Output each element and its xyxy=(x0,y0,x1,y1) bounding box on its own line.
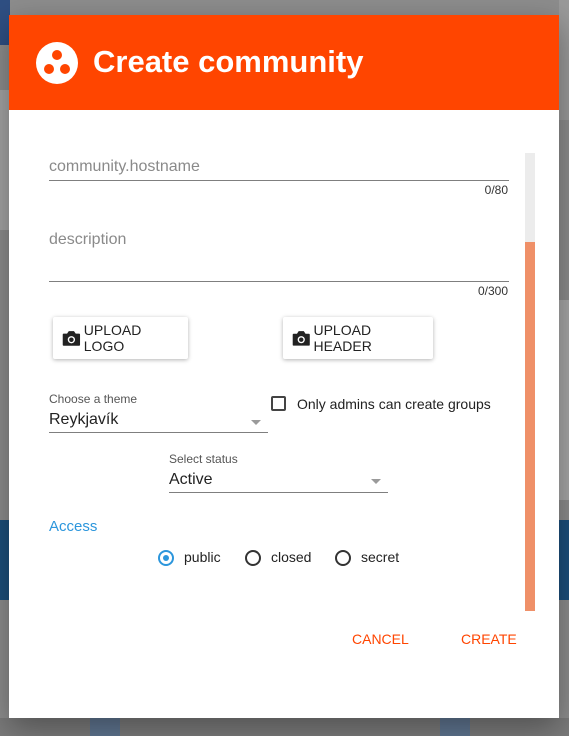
status-select-label: Select status xyxy=(169,452,238,466)
access-label: Access xyxy=(49,518,98,535)
access-public-label: public xyxy=(184,549,221,565)
community-dots-icon xyxy=(36,42,78,84)
admins-only-checkbox[interactable] xyxy=(271,396,286,411)
access-secret-radio[interactable] xyxy=(335,550,351,566)
access-public-radio[interactable] xyxy=(158,550,174,566)
scrollbar-thumb[interactable] xyxy=(525,242,535,611)
cancel-button[interactable]: CANCEL xyxy=(352,631,409,647)
theme-select-label: Choose a theme xyxy=(49,392,138,406)
upload-logo-label: UPLOAD LOGO xyxy=(83,322,142,354)
chevron-down-icon[interactable] xyxy=(371,479,381,484)
hostname-input-underline xyxy=(49,180,509,181)
description-counter: 0/300 xyxy=(477,284,508,298)
status-select[interactable]: Active xyxy=(169,471,213,489)
background-page-fragment xyxy=(559,520,569,600)
background-page-fragment xyxy=(90,718,120,736)
camera-icon xyxy=(292,331,310,346)
description-input-underline xyxy=(49,281,509,282)
access-closed-label: closed xyxy=(271,549,312,565)
theme-select-underline xyxy=(49,432,268,433)
upload-header-button[interactable]: UPLOAD HEADER xyxy=(283,317,433,359)
upload-header-label: UPLOAD HEADER xyxy=(313,322,372,354)
background-page-fragment xyxy=(559,300,569,500)
create-button[interactable]: CREATE xyxy=(461,631,517,647)
access-secret-label: secret xyxy=(361,549,400,565)
status-select-underline xyxy=(169,492,388,493)
background-page-fragment xyxy=(559,0,569,120)
background-page-fragment xyxy=(440,718,470,736)
dialog-title: Create community xyxy=(93,44,364,79)
upload-logo-button[interactable]: UPLOAD LOGO xyxy=(53,317,188,359)
access-closed-radio[interactable] xyxy=(245,550,261,566)
dialog-header: Create community xyxy=(9,15,559,110)
chevron-down-icon[interactable] xyxy=(251,420,261,425)
hostname-input[interactable]: community.hostname xyxy=(49,158,200,176)
camera-icon xyxy=(62,331,81,346)
hostname-counter: 0/80 xyxy=(484,183,508,197)
background-page-fragment xyxy=(0,718,569,736)
description-input[interactable]: description xyxy=(49,231,126,249)
theme-select[interactable]: Reykjavík xyxy=(49,411,118,429)
create-community-dialog: Create community community.hostname 0/80… xyxy=(9,15,559,718)
admins-only-label: Only admins can create groups xyxy=(297,396,491,412)
